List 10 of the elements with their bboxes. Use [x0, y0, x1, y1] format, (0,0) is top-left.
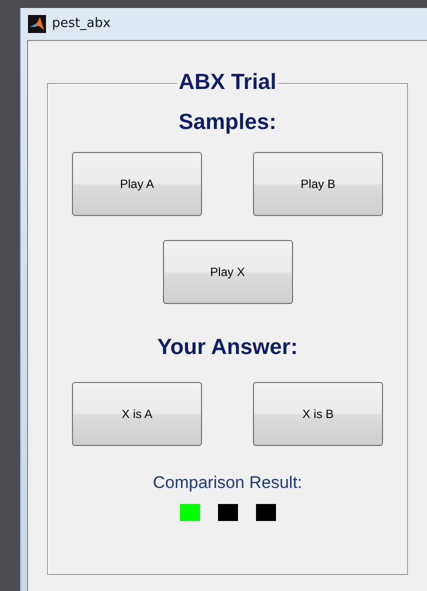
section-heading: Samples:	[178, 108, 276, 136]
push-button[interactable]: Play A	[72, 152, 202, 216]
window-title: pest_abx	[52, 15, 111, 34]
push-button[interactable]: Play B	[253, 152, 383, 216]
push-button[interactable]: X is B	[253, 382, 383, 446]
app-icon	[28, 15, 46, 33]
result-label: Comparison Result:	[152, 472, 302, 494]
push-button[interactable]: X is A	[72, 382, 202, 446]
section-heading: Your Answer:	[157, 333, 298, 361]
push-button[interactable]: Play X	[162, 240, 292, 304]
